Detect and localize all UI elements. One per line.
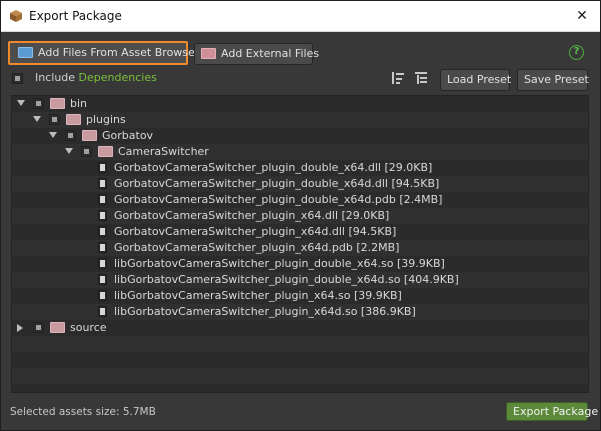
- tree-file-row[interactable]: GorbatovCameraSwitcher_plugin_double_x64…: [12, 176, 588, 192]
- file-checkbox[interactable]: [98, 242, 107, 253]
- tree-item-checkbox[interactable]: [49, 114, 60, 125]
- save-preset-button[interactable]: Save Preset: [517, 69, 589, 91]
- tree-file-row[interactable]: GorbatovCameraSwitcher_plugin_x64.dll [2…: [12, 208, 588, 224]
- folder-icon: [82, 130, 97, 141]
- folder-icon: [98, 146, 113, 157]
- expand-arrow-down-icon[interactable]: [49, 132, 57, 138]
- tree-item-checkbox[interactable]: [81, 146, 92, 157]
- file-checkbox[interactable]: [98, 194, 107, 205]
- tree-folder-row[interactable]: source: [12, 320, 588, 336]
- add-external-files-button[interactable]: Add External Files: [194, 43, 319, 65]
- tree-folder-row[interactable]: bin: [12, 96, 588, 112]
- tree-item-label: GorbatovCameraSwitcher_plugin_double_x64…: [114, 161, 433, 174]
- tree-file-row[interactable]: GorbatovCameraSwitcher_plugin_x64d.pdb […: [12, 240, 588, 256]
- tree-file-row[interactable]: GorbatovCameraSwitcher_plugin_x64d.dll […: [12, 224, 588, 240]
- file-checkbox[interactable]: [98, 258, 107, 269]
- tree-folder-row[interactable]: Gorbatov: [12, 128, 588, 144]
- file-checkbox[interactable]: [98, 162, 107, 173]
- tree-item-label: GorbatovCameraSwitcher_plugin_double_x64…: [114, 193, 443, 206]
- include-dependencies-checkbox[interactable]: [12, 73, 23, 84]
- tree-item-label: Gorbatov: [102, 129, 154, 142]
- add-files-from-asset-browser-button[interactable]: Add Files From Asset Browser: [8, 41, 199, 65]
- tree-file-row[interactable]: libGorbatovCameraSwitcher_plugin_double_…: [12, 256, 588, 272]
- file-checkbox[interactable]: [98, 178, 107, 189]
- expand-arrow-down-icon[interactable]: [65, 148, 73, 154]
- package-file-tree[interactable]: bin plugins Gorbatov CameraSwitcher Gorbatov…: [11, 95, 589, 393]
- tree-item-label: plugins: [86, 113, 126, 126]
- expand-arrow-down-icon[interactable]: [17, 100, 25, 106]
- file-checkbox[interactable]: [98, 290, 107, 301]
- tree-file-row[interactable]: GorbatovCameraSwitcher_plugin_double_x64…: [12, 192, 588, 208]
- tree-item-label: GorbatovCameraSwitcher_plugin_x64d.dll […: [114, 225, 397, 238]
- tree-view-icon[interactable]: [390, 70, 406, 86]
- tree-file-row[interactable]: GorbatovCameraSwitcher_plugin_double_x64…: [12, 160, 588, 176]
- close-icon[interactable]: ✕: [572, 6, 592, 26]
- folder-icon: [50, 98, 65, 109]
- tree-item-label: libGorbatovCameraSwitcher_plugin_double_…: [114, 273, 459, 286]
- empty-tree-row: [12, 336, 588, 352]
- folder-icon: [50, 322, 65, 333]
- dependencies-link[interactable]: Dependencies: [79, 71, 157, 84]
- file-checkbox[interactable]: [98, 210, 107, 221]
- help-icon[interactable]: ?: [569, 45, 584, 60]
- list-view-icon[interactable]: [413, 70, 429, 86]
- tree-item-label: GorbatovCameraSwitcher_plugin_double_x64…: [114, 177, 440, 190]
- export-package-button[interactable]: Export Package: [506, 402, 598, 421]
- tree-file-row[interactable]: libGorbatovCameraSwitcher_plugin_x64.so …: [12, 288, 588, 304]
- tree-item-checkbox[interactable]: [33, 322, 44, 333]
- package-icon: [10, 10, 22, 22]
- include-prefix: Include: [35, 71, 79, 84]
- tree-file-row[interactable]: libGorbatovCameraSwitcher_plugin_x64d.so…: [12, 304, 588, 320]
- tree-item-label: libGorbatovCameraSwitcher_plugin_x64.so …: [114, 289, 402, 302]
- file-checkbox[interactable]: [98, 306, 107, 317]
- file-checkbox[interactable]: [98, 274, 107, 285]
- empty-tree-row: [12, 368, 588, 384]
- tree-folder-row[interactable]: plugins: [12, 112, 588, 128]
- expand-arrow-right-icon[interactable]: [17, 324, 23, 332]
- tree-item-label: libGorbatovCameraSwitcher_plugin_double_…: [114, 257, 445, 270]
- tree-item-checkbox[interactable]: [65, 130, 76, 141]
- include-dependencies-label: Include Dependencies: [35, 71, 157, 84]
- folder-icon: [66, 114, 81, 125]
- folder-icon: [201, 48, 216, 59]
- add-external-files-label: Add External Files: [221, 47, 320, 60]
- tree-file-row[interactable]: libGorbatovCameraSwitcher_plugin_double_…: [12, 272, 588, 288]
- folder-icon: [18, 47, 33, 58]
- tree-item-label: GorbatovCameraSwitcher_plugin_x64d.pdb […: [114, 241, 400, 254]
- selected-assets-size: Selected assets size: 5.7MB: [10, 406, 156, 418]
- file-checkbox[interactable]: [98, 226, 107, 237]
- tree-item-checkbox[interactable]: [33, 98, 44, 109]
- tree-item-label: bin: [70, 97, 88, 110]
- tree-item-label: GorbatovCameraSwitcher_plugin_x64.dll [2…: [114, 209, 390, 222]
- load-preset-button[interactable]: Load Preset: [440, 69, 511, 91]
- empty-tree-row: [12, 352, 588, 368]
- expand-arrow-down-icon[interactable]: [33, 116, 41, 122]
- tree-item-label: source: [70, 321, 107, 334]
- export-package-window: Export Package ✕ Add Files From Asset Br…: [0, 0, 601, 431]
- add-files-from-asset-browser-label: Add Files From Asset Browser: [38, 46, 200, 59]
- title-bar: Export Package ✕: [1, 1, 600, 32]
- window-title: Export Package: [29, 9, 122, 23]
- tree-folder-row[interactable]: CameraSwitcher: [12, 144, 588, 160]
- tree-item-label: libGorbatovCameraSwitcher_plugin_x64d.so…: [114, 305, 416, 318]
- tree-item-label: CameraSwitcher: [118, 145, 209, 158]
